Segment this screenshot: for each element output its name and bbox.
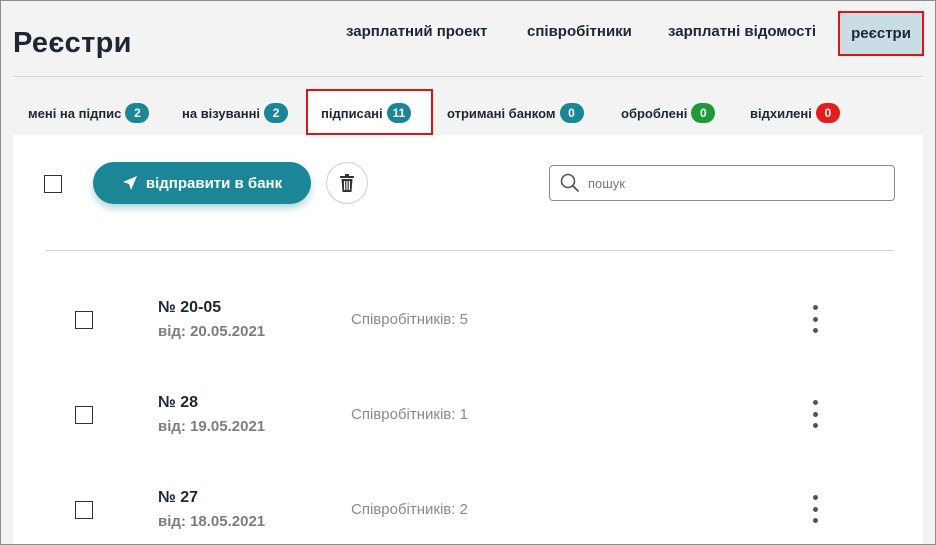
registry-row[interactable]: № 28 від: 19.05.2021 Співробітників: 1	[13, 386, 923, 446]
status-tabs: мені на підпис 2 на візуванні 2 підписан…	[1, 93, 935, 133]
nav-employees[interactable]: співробітники	[527, 23, 632, 40]
more-options-icon[interactable]	[809, 495, 821, 523]
registry-date: від: 19.05.2021	[158, 418, 266, 435]
paper-plane-icon	[122, 176, 137, 190]
header-divider	[13, 76, 923, 77]
tab-label: підписані	[321, 105, 383, 121]
tab-signed[interactable]: підписані 11	[321, 103, 412, 123]
search-icon	[560, 173, 579, 192]
count-badge: 11	[386, 103, 412, 123]
send-to-bank-button[interactable]: відправити в банк	[93, 162, 311, 204]
registry-list-panel: відправити в банк № 20-05 від: 20.0	[13, 135, 923, 544]
count-badge: 0	[559, 103, 584, 123]
tab-label: на візуванні	[182, 105, 261, 121]
registry-number: № 20-05	[158, 299, 222, 316]
search-input[interactable]	[588, 175, 878, 191]
tab-received-by-bank[interactable]: отримані банком 0	[447, 103, 584, 123]
tab-label: мені на підпис	[28, 105, 122, 121]
registry-date: від: 20.05.2021	[158, 323, 266, 340]
app-frame: Реєстри зарплатний проект співробітники …	[0, 0, 936, 545]
registry-number: № 27	[158, 489, 199, 506]
row-checkbox[interactable]	[75, 406, 93, 424]
trash-icon	[340, 174, 354, 192]
registry-row[interactable]: № 20-05 від: 20.05.2021 Співробітників: …	[13, 291, 923, 351]
tab-to-sign[interactable]: мені на підпис 2	[28, 103, 150, 123]
employee-count: Співробітників: 2	[351, 501, 468, 518]
header: Реєстри зарплатний проект співробітники …	[1, 1, 935, 76]
nav-salary-project[interactable]: зарплатний проект	[346, 23, 487, 40]
tab-label: отримані банком	[447, 105, 556, 121]
registry-date: від: 18.05.2021	[158, 513, 266, 530]
nav-registries[interactable]: реєстри	[838, 11, 924, 56]
count-badge: 2	[125, 103, 150, 123]
registry-number: № 28	[158, 394, 199, 411]
more-options-icon[interactable]	[809, 400, 821, 428]
count-badge: 0	[691, 103, 716, 123]
tab-in-approval[interactable]: на візуванні 2	[182, 103, 289, 123]
more-options-icon[interactable]	[809, 305, 821, 333]
count-badge: 2	[264, 103, 289, 123]
tab-processed[interactable]: оброблені 0	[621, 103, 716, 123]
top-navigation: зарплатний проект співробітники зарплатн…	[1, 1, 935, 76]
row-checkbox[interactable]	[75, 311, 93, 329]
count-badge: 0	[815, 103, 840, 123]
nav-salary-statements[interactable]: зарплатні відомості	[668, 23, 816, 40]
tab-rejected[interactable]: відхилені 0	[750, 103, 840, 123]
list-divider	[46, 250, 894, 251]
send-to-bank-label: відправити в банк	[145, 174, 283, 192]
row-checkbox[interactable]	[75, 501, 93, 519]
tab-label: оброблені	[621, 105, 688, 121]
employee-count: Співробітників: 5	[351, 311, 468, 328]
tab-label: відхилені	[750, 105, 812, 121]
employee-count: Співробітників: 1	[351, 406, 468, 423]
registry-row[interactable]: № 27 від: 18.05.2021 Співробітників: 2	[13, 481, 923, 541]
select-all-checkbox[interactable]	[44, 175, 62, 193]
search-box[interactable]	[549, 165, 895, 201]
delete-button[interactable]	[326, 162, 368, 204]
